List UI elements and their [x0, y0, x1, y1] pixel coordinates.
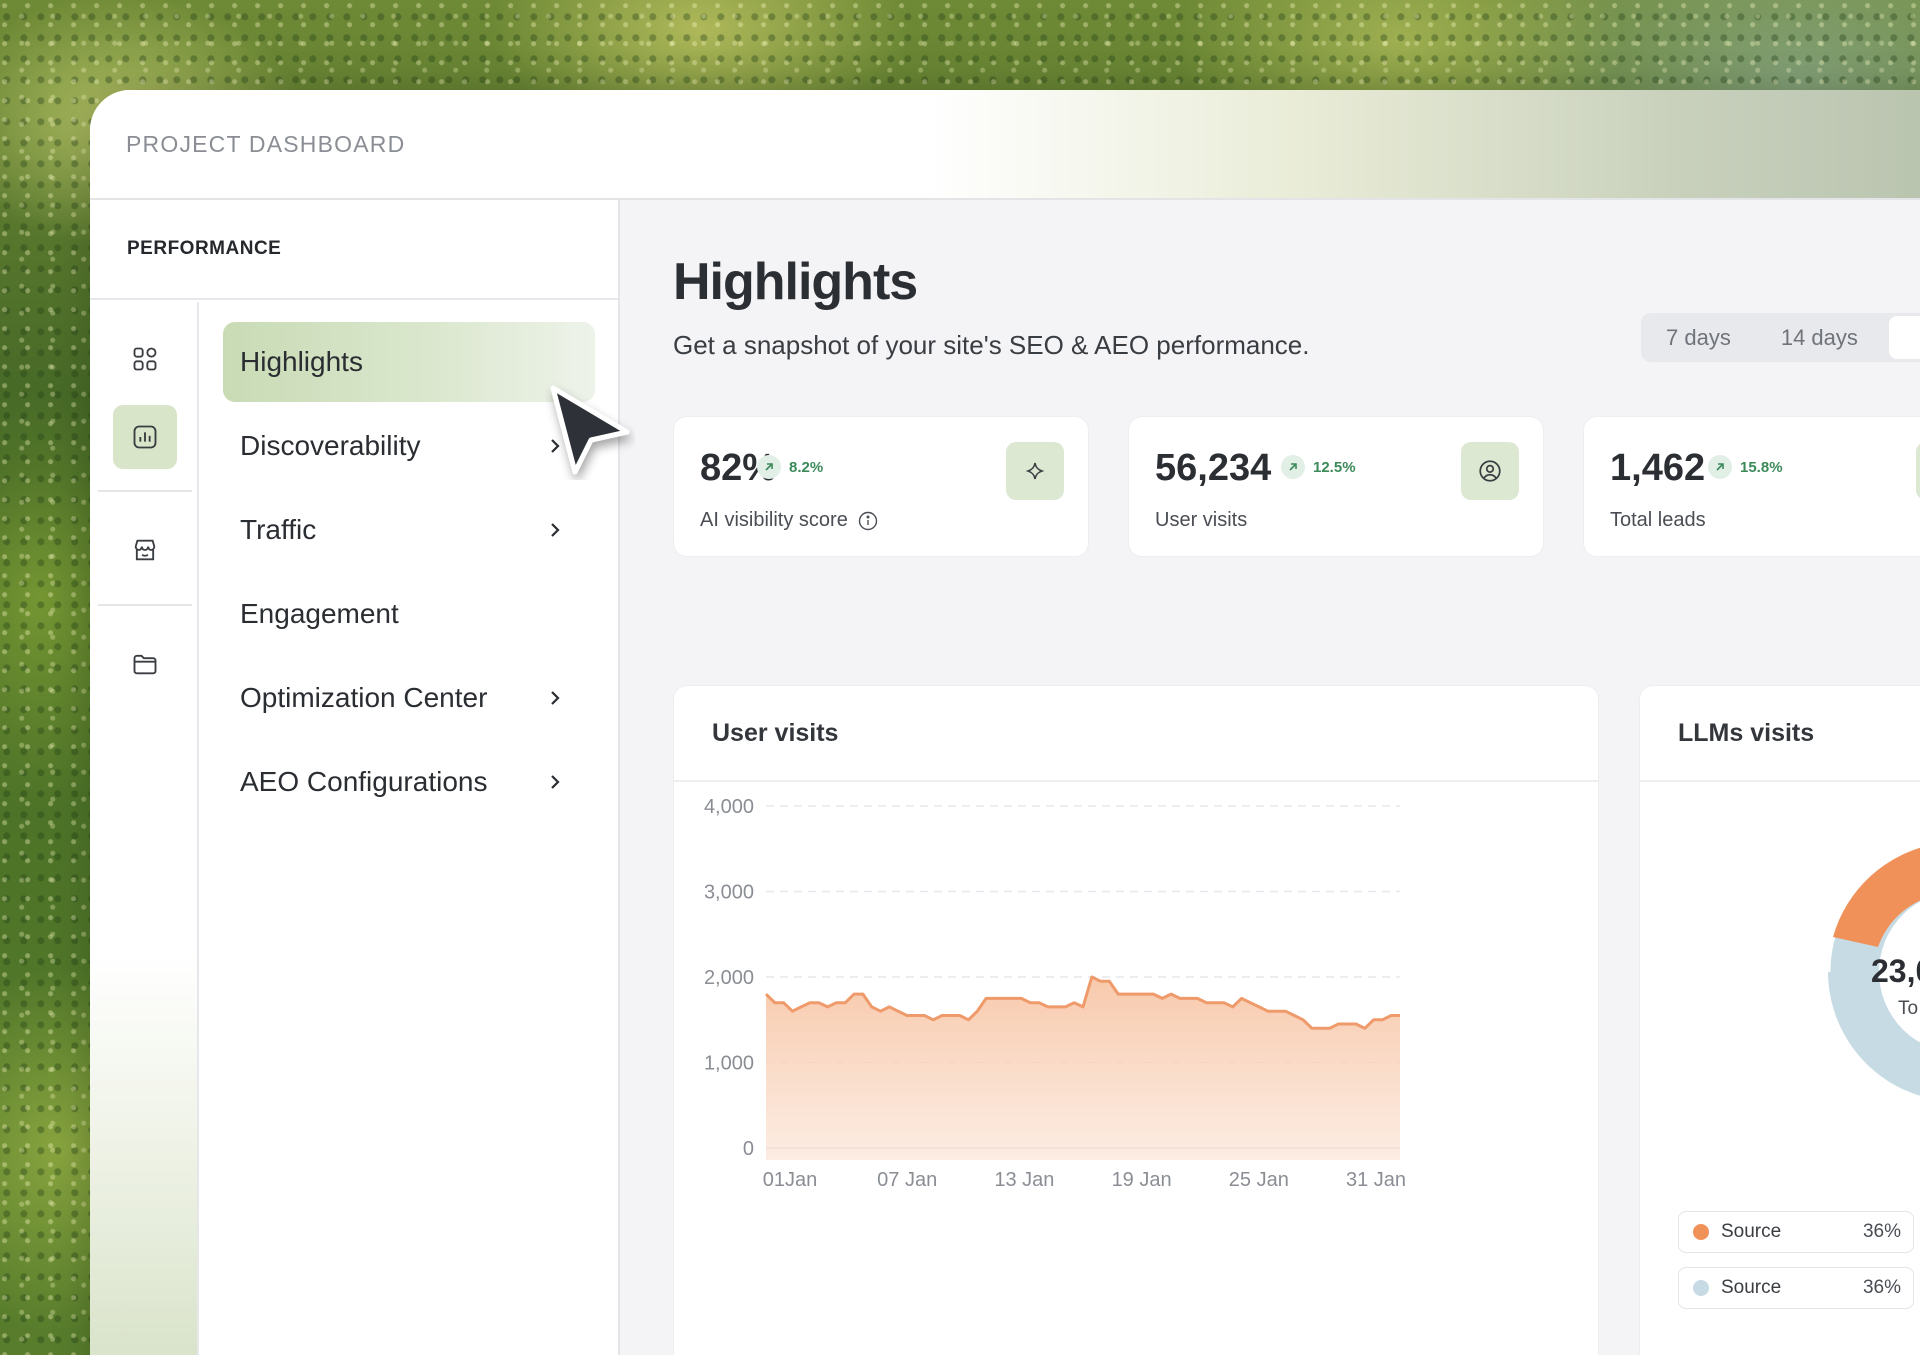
nav-item-traffic[interactable]: Traffic — [223, 490, 595, 570]
x-tick-label: 01Jan — [763, 1169, 818, 1191]
nav-item-label: Optimization Center — [240, 682, 488, 713]
rail-store-button[interactable] — [113, 518, 177, 582]
store-icon — [134, 539, 156, 561]
kpi-change-badge: 12.5% — [1281, 455, 1356, 479]
nav-item-optimization-center[interactable]: Optimization Center — [223, 658, 595, 738]
arrow-up-right-icon — [1708, 455, 1732, 479]
donut-center-label: To — [1898, 998, 1918, 1019]
range-option-7-days[interactable]: 7 days — [1641, 325, 1756, 351]
range-option-selected[interactable] — [1888, 316, 1920, 359]
main-content: Highlights Get a snapshot of your site's… — [620, 200, 1920, 1355]
card-title: User visits — [674, 686, 1598, 782]
kpi-change-badge: 8.2% — [757, 455, 823, 479]
rail-divider — [98, 604, 192, 606]
kpi-value: 56,234 — [1155, 447, 1272, 489]
sidebar-nav: Highlights Discoverability Traffic Engag… — [223, 322, 595, 826]
sidebar: PERFORMANCE Highlights Discoverability T… — [90, 200, 620, 1355]
kpi-label: User visits — [1155, 509, 1248, 531]
sparkle-icon — [1025, 462, 1045, 480]
date-range-selector: 7 days 14 days — [1641, 313, 1920, 362]
y-tick-label: 4,000 — [704, 796, 754, 818]
nav-item-highlights[interactable]: Highlights — [223, 322, 595, 402]
arrow-up-right-icon — [757, 455, 781, 479]
project-title: PROJECT DASHBOARD — [126, 130, 406, 157]
kpi-change: 12.5% — [1313, 458, 1356, 476]
y-tick-label: 2,000 — [704, 967, 754, 989]
topbar: PROJECT DASHBOARD — [90, 90, 1920, 200]
y-tick-label: 0 — [743, 1138, 754, 1160]
llms-donut-chart: 23,0 To — [1828, 847, 1920, 1096]
card-title: LLMs visits — [1640, 686, 1920, 782]
kpi-label-row: AI visibility score — [700, 509, 878, 532]
nav-item-label: Highlights — [240, 346, 363, 377]
icon-rail — [90, 302, 199, 1355]
legend-item: Source 36% — [1678, 1267, 1914, 1309]
donut-center-value: 23,0 — [1871, 953, 1920, 989]
rail-grid-button[interactable] — [113, 327, 177, 391]
user-circle-icon — [1479, 460, 1501, 482]
section-label: PERFORMANCE — [127, 238, 282, 259]
legend-label: Source — [1721, 1221, 1782, 1242]
range-option-14-days[interactable]: 14 days — [1756, 325, 1883, 351]
kpi-icon-box — [1006, 442, 1064, 500]
mouse-cursor-icon — [550, 385, 630, 475]
x-tick-label: 19 Jan — [1112, 1169, 1172, 1191]
kpi-change-badge: 15.8% — [1708, 455, 1783, 479]
chevron-right-icon — [551, 775, 560, 789]
kpi-change: 8.2% — [789, 458, 824, 476]
kpi-label: Total leads — [1610, 509, 1706, 531]
nav-item-engagement[interactable]: Engagement — [223, 574, 595, 654]
legend-label: Source — [1721, 1277, 1782, 1298]
kpi-label-row: Total leads — [1610, 509, 1706, 532]
sidebar-header: PERFORMANCE — [90, 200, 618, 300]
page-title: Highlights — [673, 253, 918, 311]
chevron-right-icon — [551, 691, 560, 705]
x-tick-label: 07 Jan — [877, 1169, 937, 1191]
nav-item-label: Engagement — [240, 598, 399, 629]
kpi-card-user-visits: 56,234 12.5% User visits — [1128, 416, 1544, 557]
y-tick-label: 1,000 — [704, 1053, 754, 1075]
rail-folder-button[interactable] — [113, 632, 177, 696]
app-window: PROJECT DASHBOARD PERFORMANCE Highlights… — [90, 90, 1920, 1355]
bar-chart-icon — [133, 425, 157, 449]
kpi-label-row: User visits — [1155, 509, 1247, 532]
user-visits-chart: 4,000 3,000 2,000 1,000 0 01Jan 07 Jan 13 Jan 19… — [704, 796, 1406, 1191]
x-tick-label: 13 Jan — [994, 1169, 1054, 1191]
nav-item-label: Traffic — [240, 514, 317, 545]
rail-analytics-button[interactable] — [113, 405, 177, 469]
x-tick-label: 25 Jan — [1229, 1169, 1289, 1191]
page-subtitle: Get a snapshot of your site's SEO & AEO … — [673, 330, 1310, 360]
nav-item-discoverability[interactable]: Discoverability — [223, 406, 595, 486]
kpi-label: AI visibility score — [700, 509, 848, 531]
user-visits-card: User visits 4,000 3,000 2,000 1,000 0 01Jan 07… — [673, 685, 1599, 1355]
legend-pct: 36% — [1862, 1277, 1901, 1298]
x-tick-label: 31 Jan — [1346, 1169, 1406, 1191]
y-tick-label: 3,000 — [704, 882, 754, 904]
folder-icon — [133, 654, 157, 675]
nav-item-label: AEO Configurations — [240, 766, 488, 797]
rail-divider — [98, 490, 192, 492]
legend-item: Source 36% — [1678, 1211, 1914, 1253]
kpi-card-ai-visibility: 82% 8.2% AI visibility score — [673, 416, 1089, 557]
kpi-icon-box — [1916, 442, 1920, 500]
grid-icon — [133, 347, 157, 371]
kpi-value: 1,462 — [1610, 447, 1706, 489]
kpi-card-total-leads: 1,462 15.8% Total leads — [1583, 416, 1920, 557]
chevron-right-icon — [551, 523, 560, 537]
nav-item-aeo-configurations[interactable]: AEO Configurations — [223, 742, 595, 822]
nav-item-label: Discoverability — [240, 430, 421, 461]
llms-visits-card: LLMs visits 23,0 To Source 36% Source 36… — [1639, 685, 1920, 1355]
kpi-icon-box — [1461, 442, 1519, 500]
legend-dot — [1693, 1280, 1709, 1296]
legend-dot — [1693, 1224, 1709, 1240]
arrow-up-right-icon — [1281, 455, 1305, 479]
legend-pct: 36% — [1862, 1221, 1901, 1242]
info-icon[interactable] — [858, 511, 878, 531]
kpi-change: 15.8% — [1740, 458, 1783, 476]
